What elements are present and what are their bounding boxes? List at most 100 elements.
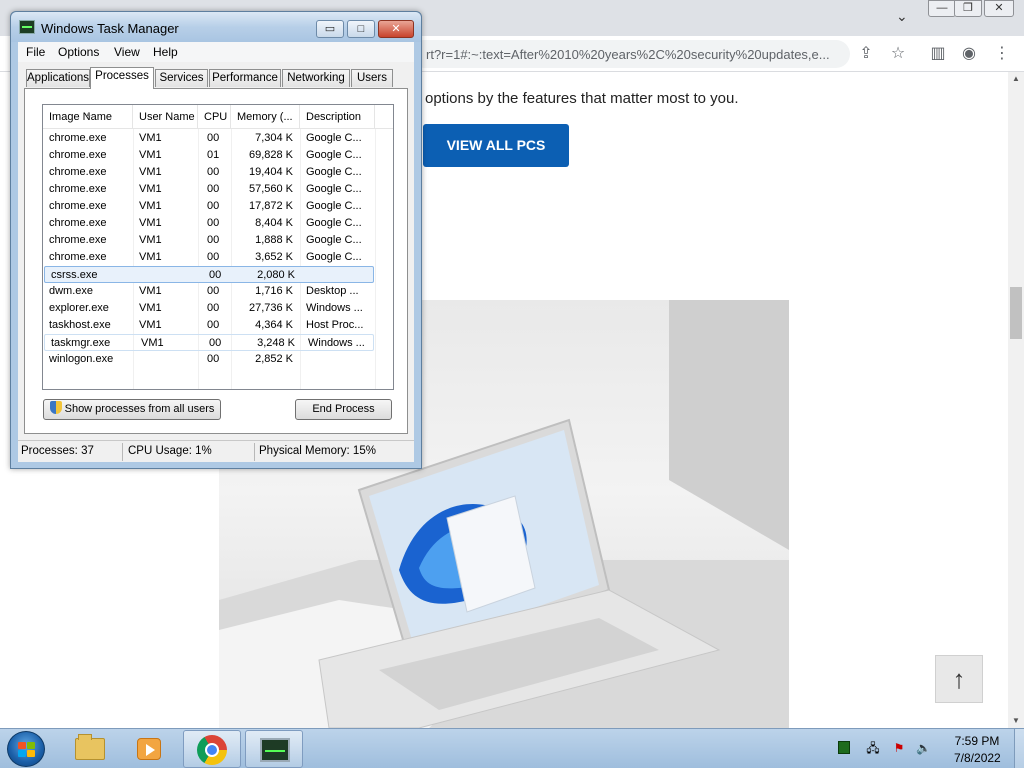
- process-image-name: explorer.exe: [49, 302, 109, 314]
- uac-shield-icon: [49, 401, 62, 414]
- scrollbar-thumb[interactable]: [1010, 287, 1022, 339]
- process-description: Google C...: [306, 132, 362, 144]
- process-row[interactable]: chrome.exe VM1 00 17,872 K Google C...: [43, 198, 393, 215]
- process-user-name: VM1: [141, 337, 164, 349]
- scroll-up-arrow-icon[interactable]: ▲: [1008, 72, 1024, 86]
- page-scrollbar[interactable]: ▲ ▼: [1008, 72, 1024, 728]
- column-cpu[interactable]: CPU: [198, 105, 231, 129]
- task-manager-icon: [260, 738, 290, 762]
- browser-restore-button[interactable]: ❐: [954, 0, 982, 17]
- process-list[interactable]: ▲ Image Name User Name CPU Memory (... D…: [42, 104, 394, 390]
- tab-users[interactable]: Users: [351, 69, 393, 87]
- process-image-name: winlogon.exe: [49, 353, 114, 365]
- process-memory: 17,872 K: [248, 200, 293, 212]
- process-image-name: chrome.exe: [49, 200, 107, 212]
- process-user-name: [141, 267, 199, 284]
- process-cpu: 00: [209, 337, 222, 349]
- view-all-pcs-button[interactable]: VIEW ALL PCS: [423, 124, 569, 167]
- column-description[interactable]: Description: [300, 105, 375, 129]
- process-image-name: chrome.exe: [49, 251, 107, 263]
- close-button[interactable]: ✕: [378, 20, 414, 38]
- scroll-down-arrow-icon[interactable]: ▼: [1008, 714, 1024, 728]
- taskbar-media-player[interactable]: [120, 730, 178, 768]
- clock-date[interactable]: 7/8/2022: [954, 751, 1001, 765]
- process-image-name: dwm.exe: [49, 285, 94, 297]
- tab-applications[interactable]: Applications: [26, 69, 90, 87]
- profile-avatar-icon[interactable]: ◉: [957, 42, 981, 66]
- tab-processes[interactable]: Processes: [90, 67, 154, 89]
- start-button[interactable]: [7, 731, 45, 767]
- tab-search-chevron-icon[interactable]: ⌄: [896, 8, 908, 25]
- windows-taskbar: 🖧 ⚑ 🔈 7:59 PM 7/8/2022: [0, 728, 1024, 768]
- taskbar-task-manager[interactable]: [245, 730, 303, 768]
- address-bar[interactable]: rt?r=1#:~:text=After%2010%20years%2C%20s…: [410, 40, 850, 68]
- tab-networking[interactable]: Networking: [282, 69, 350, 87]
- menu-view[interactable]: View: [114, 45, 140, 59]
- process-memory: 1,888 K: [255, 234, 293, 246]
- process-row[interactable]: chrome.exe VM1 00 19,404 K Google C...: [43, 164, 393, 181]
- media-player-icon: [137, 738, 161, 760]
- show-desktop-button[interactable]: [1014, 729, 1024, 768]
- task-manager-titlebar[interactable]: Windows Task Manager ▭ □ ✕: [11, 12, 421, 42]
- process-memory: 2,852 K: [255, 353, 293, 365]
- process-memory: 69,828 K: [248, 149, 293, 161]
- status-bar: Processes: 37 CPU Usage: 1% Physical Mem…: [18, 440, 414, 462]
- process-image-name: chrome.exe: [49, 217, 107, 229]
- browser-minimize-button[interactable]: —: [928, 0, 956, 17]
- process-row[interactable]: dwm.exe VM1 00 1,716 K Desktop ...: [43, 283, 393, 300]
- process-memory: 1,716 K: [255, 285, 293, 297]
- process-cpu: 00: [207, 217, 220, 229]
- process-row[interactable]: winlogon.exe 00 2,852 K: [43, 351, 393, 368]
- performance-monitor-tray-icon[interactable]: [838, 741, 850, 754]
- action-center-flag-icon[interactable]: ⚑: [892, 741, 906, 755]
- bookmark-star-icon[interactable]: ☆: [886, 42, 910, 66]
- menu-options[interactable]: Options: [58, 45, 99, 59]
- process-row[interactable]: csrss.exe 00 2,080 K: [44, 266, 374, 283]
- process-memory: 7,304 K: [255, 132, 293, 144]
- tab-strip: Applications Processes Services Performa…: [24, 67, 408, 89]
- process-row[interactable]: chrome.exe VM1 01 69,828 K Google C...: [43, 147, 393, 164]
- show-all-processes-button[interactable]: Show processes from all users: [43, 399, 221, 420]
- process-row[interactable]: chrome.exe VM1 00 1,888 K Google C...: [43, 232, 393, 249]
- column-memory[interactable]: Memory (...: [231, 105, 300, 129]
- browser-close-button[interactable]: ✕: [984, 0, 1014, 17]
- process-cpu: 00: [207, 183, 220, 195]
- process-user-name: VM1: [139, 285, 162, 297]
- task-manager-app-icon: [19, 20, 35, 34]
- chrome-menu-icon[interactable]: ⋮: [990, 42, 1014, 66]
- menu-file[interactable]: File: [26, 45, 45, 59]
- process-cpu: 00: [207, 353, 220, 365]
- share-icon[interactable]: ⇪: [854, 42, 878, 66]
- taskbar-google-chrome[interactable]: [183, 730, 241, 768]
- process-cpu: 01: [207, 149, 220, 161]
- end-process-button[interactable]: End Process: [295, 399, 392, 420]
- process-row[interactable]: explorer.exe VM1 00 27,736 K Windows ...: [43, 300, 393, 317]
- volume-icon[interactable]: 🔈: [916, 741, 931, 755]
- process-cpu: 00: [209, 269, 222, 281]
- process-user-name: VM1: [139, 132, 162, 144]
- tab-services[interactable]: Services: [155, 69, 208, 87]
- column-user-name[interactable]: User Name: [133, 105, 198, 129]
- process-description: Desktop ...: [306, 285, 359, 297]
- process-row[interactable]: taskhost.exe VM1 00 4,364 K Host Proc...: [43, 317, 393, 334]
- column-image-name[interactable]: ▲ Image Name: [43, 105, 133, 129]
- taskbar-windows-explorer[interactable]: [60, 730, 118, 768]
- clock-time[interactable]: 7:59 PM: [954, 734, 1000, 748]
- process-row[interactable]: chrome.exe VM1 00 57,560 K Google C...: [43, 181, 393, 198]
- process-row[interactable]: chrome.exe VM1 00 8,404 K Google C...: [43, 215, 393, 232]
- maximize-button[interactable]: □: [347, 20, 375, 38]
- minimize-button[interactable]: ▭: [316, 20, 344, 38]
- address-bar-url: rt?r=1#:~:text=After%2010%20years%2C%20s…: [426, 47, 830, 62]
- process-memory: 3,652 K: [255, 251, 293, 263]
- side-panel-icon[interactable]: ▥: [926, 42, 950, 66]
- process-row[interactable]: taskmgr.exe VM1 00 3,248 K Windows ...: [44, 334, 374, 351]
- menu-help[interactable]: Help: [153, 45, 178, 59]
- process-row[interactable]: chrome.exe VM1 00 7,304 K Google C...: [43, 130, 393, 147]
- process-row[interactable]: chrome.exe VM1 00 3,652 K Google C...: [43, 249, 393, 266]
- network-icon[interactable]: 🖧: [866, 741, 880, 755]
- process-user-name: VM1: [139, 200, 162, 212]
- tab-performance[interactable]: Performance: [209, 69, 281, 87]
- process-description: Google C...: [306, 217, 362, 229]
- back-to-top-button[interactable]: ↑: [935, 655, 983, 703]
- status-divider: [122, 443, 123, 461]
